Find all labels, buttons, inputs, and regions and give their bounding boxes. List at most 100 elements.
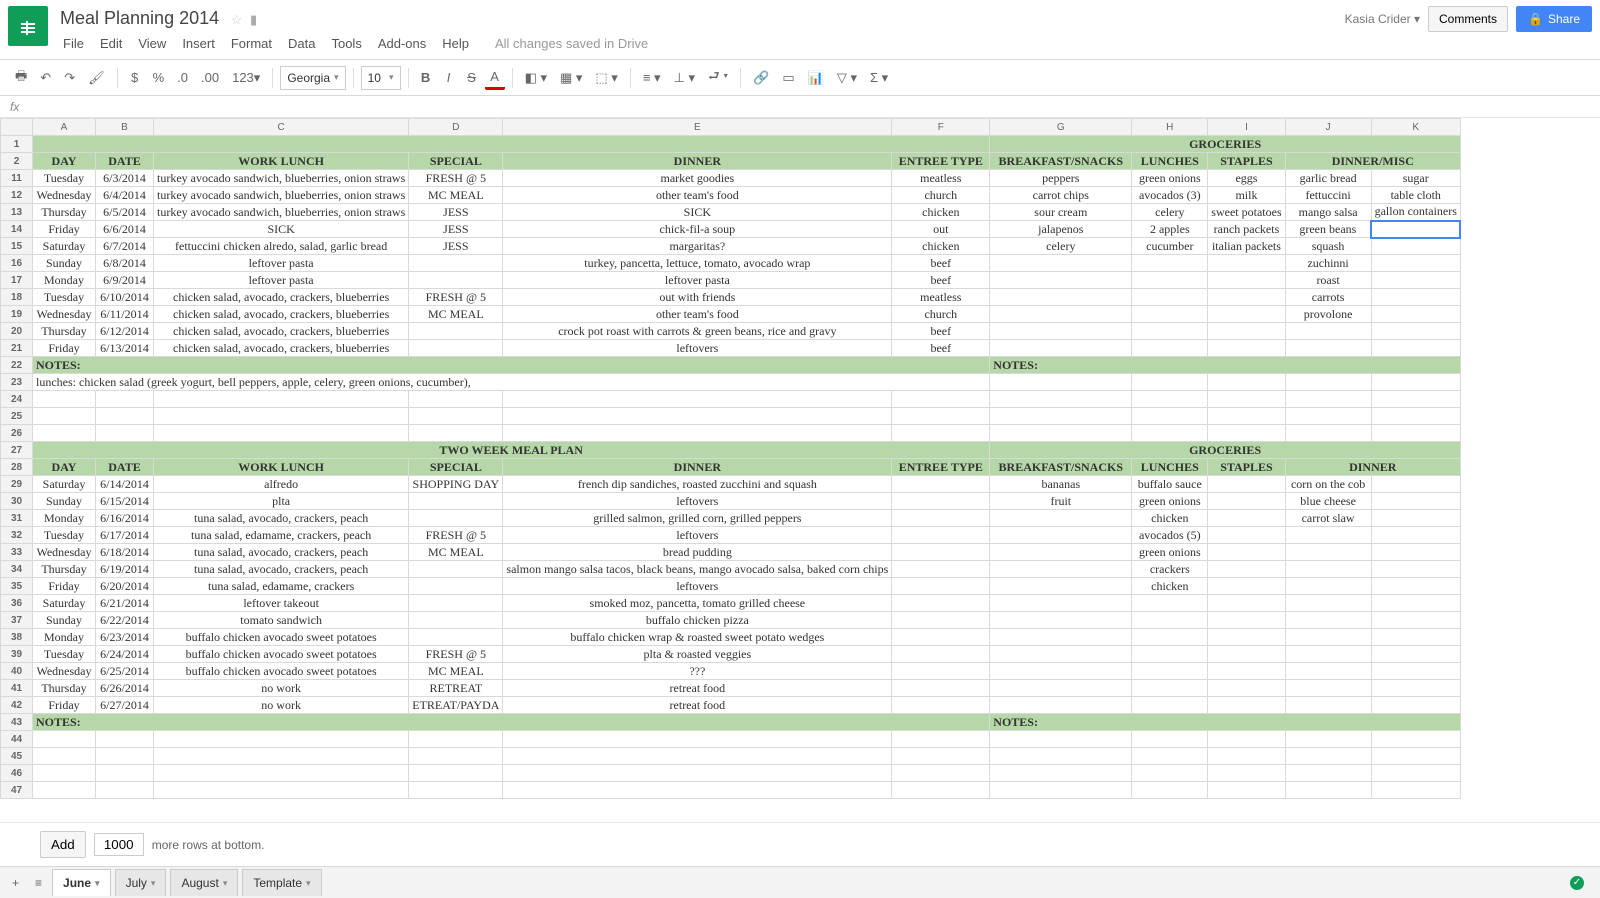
cell[interactable]: Thursday xyxy=(33,680,96,697)
cell[interactable] xyxy=(892,612,990,629)
sheet-tab-june[interactable]: June▾ xyxy=(52,869,111,896)
cell[interactable]: mango salsa xyxy=(1285,204,1371,221)
cell[interactable]: JESS xyxy=(409,204,503,221)
cell[interactable] xyxy=(990,323,1132,340)
cell[interactable] xyxy=(1208,408,1285,425)
cell[interactable]: JESS xyxy=(409,221,503,238)
cell[interactable]: tuna salad, avocado, crackers, peach xyxy=(154,561,409,578)
cell[interactable]: leftover pasta xyxy=(154,272,409,289)
cell[interactable] xyxy=(96,765,154,782)
cell[interactable]: Monday xyxy=(33,272,96,289)
cell[interactable] xyxy=(154,425,409,442)
cell[interactable]: Thursday xyxy=(33,561,96,578)
cell[interactable] xyxy=(1285,680,1371,697)
row-header[interactable]: 44 xyxy=(1,731,33,748)
cell[interactable]: green onions xyxy=(1132,544,1208,561)
cell[interactable] xyxy=(1285,629,1371,646)
cell[interactable]: salmon mango salsa tacos, black beans, m… xyxy=(503,561,892,578)
cell[interactable]: buffalo chicken avocado sweet potatoes xyxy=(154,663,409,680)
cell[interactable] xyxy=(33,425,96,442)
row-header[interactable]: 46 xyxy=(1,765,33,782)
cell[interactable] xyxy=(1371,493,1460,510)
spreadsheet[interactable]: ABCDEFGHIJK1GROCERIES2DAYDATEWORK LUNCHS… xyxy=(0,118,1461,799)
cell[interactable]: tomato sandwich xyxy=(154,612,409,629)
cell[interactable] xyxy=(96,748,154,765)
cell[interactable] xyxy=(1208,765,1285,782)
cell[interactable]: 6/5/2014 xyxy=(96,204,154,221)
row-header[interactable]: 13 xyxy=(1,204,33,221)
chart-icon[interactable]: 📊 xyxy=(803,66,829,90)
cell[interactable] xyxy=(503,765,892,782)
menu-tools[interactable]: Tools xyxy=(324,33,368,54)
cell[interactable]: leftover pasta xyxy=(503,272,892,289)
row-header[interactable]: 16 xyxy=(1,255,33,272)
row-header[interactable]: 1 xyxy=(1,136,33,153)
cell[interactable] xyxy=(1371,680,1460,697)
cell[interactable] xyxy=(409,782,503,799)
col-header-E[interactable]: E xyxy=(503,119,892,136)
cell[interactable] xyxy=(1285,527,1371,544)
cell[interactable] xyxy=(1285,561,1371,578)
cell[interactable] xyxy=(1371,527,1460,544)
cell[interactable] xyxy=(1285,748,1371,765)
cell[interactable]: buffalo chicken wrap & roasted sweet pot… xyxy=(503,629,892,646)
cell[interactable] xyxy=(1371,612,1460,629)
cell[interactable]: table cloth xyxy=(1371,187,1460,204)
add-rows-input[interactable] xyxy=(94,833,144,856)
cell[interactable]: bananas xyxy=(990,476,1132,493)
cell[interactable]: chicken xyxy=(1132,510,1208,527)
cell[interactable]: church xyxy=(892,306,990,323)
cell[interactable]: Sunday xyxy=(33,612,96,629)
cell[interactable]: avocados (5) xyxy=(1132,527,1208,544)
merge-icon[interactable]: ⬚ ▾ xyxy=(590,66,622,90)
cell[interactable]: carrot slaw xyxy=(1285,510,1371,527)
col-header-C[interactable]: C xyxy=(154,119,409,136)
cell[interactable] xyxy=(1208,782,1285,799)
cell[interactable]: JESS xyxy=(409,238,503,255)
cell[interactable]: leftovers xyxy=(503,493,892,510)
cell[interactable] xyxy=(1132,663,1208,680)
cell[interactable]: 6/3/2014 xyxy=(96,170,154,187)
cell[interactable] xyxy=(1371,476,1460,493)
cell[interactable] xyxy=(1208,629,1285,646)
cell[interactable]: turkey avocado sandwich, blueberries, on… xyxy=(154,204,409,221)
cell[interactable]: meatless xyxy=(892,289,990,306)
user-name[interactable]: Kasia Crider ▾ xyxy=(1345,12,1420,26)
cell[interactable] xyxy=(990,289,1132,306)
cell[interactable] xyxy=(33,408,96,425)
cell[interactable] xyxy=(1285,425,1371,442)
cell[interactable]: crackers xyxy=(1132,561,1208,578)
cell[interactable] xyxy=(990,680,1132,697)
cell[interactable] xyxy=(990,255,1132,272)
cell[interactable] xyxy=(1208,748,1285,765)
cell[interactable]: smoked moz, pancetta, tomato grilled che… xyxy=(503,595,892,612)
row-header[interactable]: 47 xyxy=(1,782,33,799)
cell[interactable] xyxy=(1132,340,1208,357)
cell[interactable]: SHOPPING DAY xyxy=(409,476,503,493)
cell[interactable] xyxy=(1132,272,1208,289)
cell[interactable] xyxy=(990,510,1132,527)
halign-icon[interactable]: ≡ ▾ xyxy=(638,66,666,90)
cell[interactable] xyxy=(1285,731,1371,748)
cell[interactable] xyxy=(1371,765,1460,782)
cell[interactable]: cucumber xyxy=(1132,238,1208,255)
cell[interactable]: Monday xyxy=(33,510,96,527)
cell[interactable]: roast xyxy=(1285,272,1371,289)
filter-icon[interactable]: ▽ ▾ xyxy=(832,66,862,90)
cell[interactable] xyxy=(990,408,1132,425)
cell[interactable]: chicken salad, avocado, crackers, bluebe… xyxy=(154,340,409,357)
cell[interactable] xyxy=(990,731,1132,748)
cell[interactable] xyxy=(892,680,990,697)
cell[interactable] xyxy=(892,595,990,612)
menu-data[interactable]: Data xyxy=(281,33,322,54)
cell[interactable] xyxy=(1285,323,1371,340)
cell[interactable]: 6/21/2014 xyxy=(96,595,154,612)
currency-icon[interactable]: $ xyxy=(125,66,145,90)
cell[interactable]: 6/20/2014 xyxy=(96,578,154,595)
cell[interactable] xyxy=(1371,255,1460,272)
cell[interactable]: buffalo chicken avocado sweet potatoes xyxy=(154,629,409,646)
cell[interactable]: 6/14/2014 xyxy=(96,476,154,493)
cell[interactable] xyxy=(503,731,892,748)
cell[interactable]: retreat food xyxy=(503,697,892,714)
print-icon[interactable]: 🖶 xyxy=(10,66,32,90)
